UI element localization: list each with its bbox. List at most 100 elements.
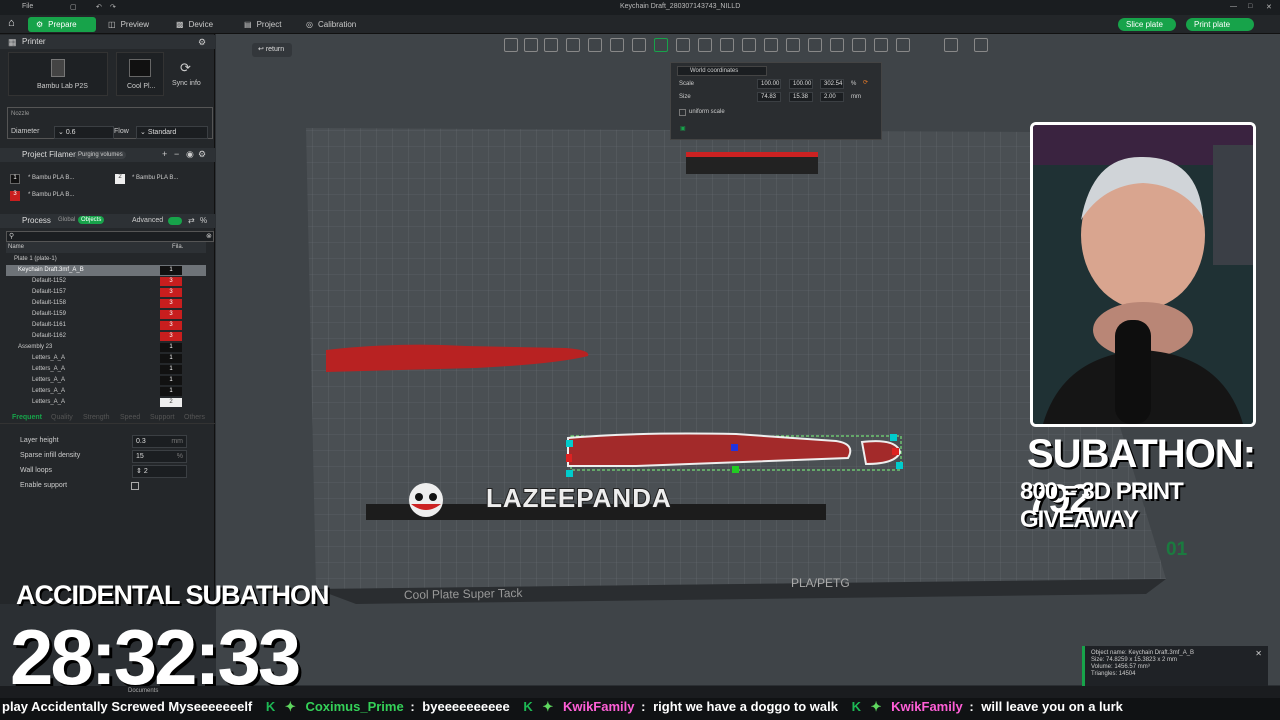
scale-z-input[interactable]: 302.54: [820, 79, 844, 89]
advanced-toggle[interactable]: [168, 217, 182, 225]
object-tree-row[interactable]: Keychain Draft.3mf_A_B 1: [6, 265, 206, 276]
filament-badge[interactable]: 1: [160, 387, 182, 396]
move-handle-y[interactable]: [732, 466, 739, 473]
move-handle-z[interactable]: [731, 444, 738, 451]
printer-settings-gear-icon[interactable]: ⚙: [198, 37, 206, 48]
measure-icon[interactable]: [830, 38, 844, 52]
redo-icon[interactable]: ↷: [110, 3, 116, 11]
assembly-icon[interactable]: [852, 38, 866, 52]
sparse-infill-input[interactable]: 15%: [132, 450, 187, 463]
filament-1-name[interactable]: * Bambu PLA B...: [28, 175, 74, 181]
size-x-input[interactable]: 74.83: [757, 92, 781, 102]
file-menu[interactable]: File: [22, 3, 33, 10]
filament-group-icon[interactable]: ◉: [186, 149, 194, 160]
size-y-input[interactable]: 15.38: [789, 92, 813, 102]
object-tree-row[interactable]: Assembly 23 1: [6, 342, 206, 353]
filament-badge[interactable]: 3: [160, 332, 182, 341]
filament-badge[interactable]: 3: [160, 299, 182, 308]
object-tree-row[interactable]: Letters_A_A 2: [6, 397, 206, 408]
remove-filament-icon[interactable]: −: [174, 149, 179, 159]
filament-2-swatch[interactable]: 2: [115, 174, 125, 184]
color-painting-icon[interactable]: [764, 38, 778, 52]
transform-handle[interactable]: [896, 462, 903, 469]
move-icon[interactable]: [610, 38, 624, 52]
home-icon[interactable]: ⌂: [8, 17, 15, 29]
tab-preview[interactable]: ◫ Preview: [100, 17, 157, 32]
printer-selector[interactable]: Bambu Lab P2S: [8, 52, 108, 96]
plate-selector[interactable]: Cool Pl...: [116, 52, 164, 96]
object-tree-row[interactable]: Default-1159 3: [6, 309, 206, 320]
sync-info-button[interactable]: ⟳ Sync info: [168, 60, 208, 92]
slice-plate-button[interactable]: Slice plate: [1118, 18, 1176, 31]
return-button[interactable]: ↩ return: [252, 43, 292, 57]
reset-scale-icon[interactable]: ⟳: [863, 79, 868, 86]
print-plate-button[interactable]: Print plate: [1186, 18, 1254, 31]
object-tree-row[interactable]: Default-1158 3: [6, 298, 206, 309]
tab-others[interactable]: Others: [184, 412, 205, 424]
orient-icon[interactable]: [544, 38, 558, 52]
variable-layer-icon[interactable]: [874, 38, 888, 52]
add-object-icon[interactable]: [504, 38, 518, 52]
filament-badge[interactable]: 3: [160, 310, 182, 319]
tab-project[interactable]: ▤ Project: [236, 17, 289, 32]
undo-icon[interactable]: ↶: [96, 3, 102, 11]
object-tree-row[interactable]: Default-1152 3: [6, 276, 206, 287]
move-handle-x-left[interactable]: [566, 454, 572, 462]
split-objects-icon[interactable]: [588, 38, 602, 52]
tab-prepare[interactable]: ⚙ Prepare: [28, 17, 96, 32]
object-search-input[interactable]: ⚲ ⊗: [6, 231, 214, 242]
arrange-icon[interactable]: [566, 38, 580, 52]
ruler-icon[interactable]: [944, 38, 958, 52]
minimize-icon[interactable]: —: [1230, 3, 1237, 10]
object-tree-row[interactable]: Letters_A_A 1: [6, 386, 206, 397]
filament-badge[interactable]: 3: [160, 288, 182, 297]
uniform-scale-checkbox[interactable]: [679, 109, 686, 116]
filament-badge[interactable]: 1: [160, 266, 182, 275]
tab-device[interactable]: ▩ Device: [168, 17, 221, 32]
lock-icon[interactable]: ▣: [680, 125, 686, 132]
filament-1-swatch[interactable]: 1: [10, 174, 20, 184]
scale-y-input[interactable]: 100.00: [789, 79, 813, 89]
object-tree-row[interactable]: Default-1157 3: [6, 287, 206, 298]
filament-badge[interactable]: 1: [160, 343, 182, 352]
object-tree-row[interactable]: Letters_A_A 1: [6, 364, 206, 375]
wall-loops-stepper[interactable]: ⇕ 2: [132, 465, 187, 478]
enable-support-checkbox[interactable]: [131, 482, 139, 490]
layer-height-input[interactable]: 0.3 mm: [132, 435, 187, 448]
object-tree-row[interactable]: Plate 1 (plate-1): [6, 254, 206, 265]
filament-3-name[interactable]: * Bambu PLA B...: [28, 192, 74, 198]
taskbar-documents[interactable]: Documents: [128, 688, 158, 694]
scale-x-input[interactable]: 100.00: [757, 79, 781, 89]
transform-handle[interactable]: [890, 434, 897, 441]
tab-calibration[interactable]: ◎ Calibration: [298, 17, 364, 32]
filament-settings-icon[interactable]: ⚙: [198, 149, 206, 160]
flow-select[interactable]: ⌄ Standard: [136, 126, 208, 139]
tab-strength[interactable]: Strength: [83, 412, 109, 424]
filament-badge[interactable]: 1: [160, 376, 182, 385]
seam-painting-icon[interactable]: [896, 38, 910, 52]
rotate-icon[interactable]: [632, 38, 646, 52]
lay-on-face-icon[interactable]: [676, 38, 690, 52]
move-handle-x[interactable]: [892, 448, 899, 455]
close-info-icon[interactable]: ✕: [1255, 650, 1262, 658]
filament-badge[interactable]: 1: [160, 365, 182, 374]
clear-search-icon[interactable]: ⊗: [206, 232, 212, 240]
cut-icon[interactable]: [698, 38, 712, 52]
process-objects-toggle[interactable]: Objects: [78, 216, 105, 224]
support-painting-icon[interactable]: [742, 38, 756, 52]
tab-quality[interactable]: Quality: [51, 412, 73, 424]
maximize-icon[interactable]: □: [1248, 3, 1252, 10]
view-settings-icon[interactable]: [974, 38, 988, 52]
add-plate-icon[interactable]: [524, 38, 538, 52]
transform-handle[interactable]: [566, 440, 573, 447]
coordinate-system-select[interactable]: World coordinates: [677, 66, 767, 76]
object-tree-row[interactable]: Letters_A_A 1: [6, 375, 206, 386]
close-icon[interactable]: ✕: [1266, 3, 1272, 11]
scale-icon[interactable]: [654, 38, 668, 52]
filament-2-name[interactable]: * Bambu PLA B...: [132, 175, 178, 181]
tab-frequent[interactable]: Frequent: [12, 412, 42, 424]
transform-handle[interactable]: [566, 470, 573, 477]
filament-badge[interactable]: 2: [160, 398, 182, 407]
add-filament-icon[interactable]: +: [162, 149, 167, 159]
text-tool-icon[interactable]: [786, 38, 800, 52]
